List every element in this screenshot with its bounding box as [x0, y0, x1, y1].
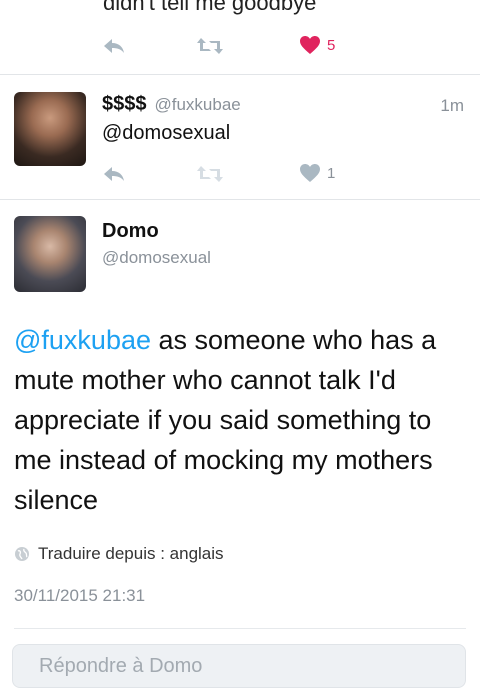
author-name[interactable]: $$$$	[102, 93, 147, 116]
like-count: 5	[327, 36, 336, 54]
like-count: 1	[327, 164, 336, 182]
author-handle[interactable]: @domosexual	[102, 248, 211, 268]
author-handle[interactable]: @fuxkubae	[155, 95, 241, 115]
globe-icon	[15, 547, 29, 561]
reply-icon	[104, 167, 124, 181]
reply-placeholder: Répondre à Domo	[39, 654, 203, 677]
reply-icon	[104, 39, 124, 53]
like-button[interactable]: 5	[299, 35, 335, 55]
previous-tweet-text: didn't tell me goodbye	[103, 0, 317, 15]
heart-icon	[300, 36, 320, 54]
divider	[14, 628, 466, 629]
tweet-text: @fuxkubae as someone who has a mute moth…	[14, 320, 474, 520]
reply-tweet-text: @domosexual	[102, 122, 231, 144]
retweet-icon	[197, 38, 223, 54]
avatar-fuxkubae[interactable]	[14, 92, 86, 166]
reply-input[interactable]: Répondre à Domo	[12, 644, 466, 688]
reply-tweet-header: $$$$ @fuxkubae	[102, 93, 241, 116]
retweet-button[interactable]	[196, 164, 224, 184]
author-name[interactable]: Domo	[102, 220, 159, 243]
reply-button[interactable]	[102, 36, 126, 56]
divider	[0, 199, 480, 200]
translate-label: Traduire depuis : anglais	[38, 544, 224, 563]
mention-link[interactable]: @fuxkubae	[14, 325, 151, 355]
like-button[interactable]: 1	[299, 163, 335, 183]
tweet-date: 30/11/2015 21:31	[14, 586, 146, 605]
reply-button[interactable]	[102, 164, 126, 184]
divider	[0, 74, 480, 75]
retweet-icon	[197, 166, 223, 182]
retweet-button[interactable]	[196, 36, 224, 56]
tweet-time: 1m	[440, 96, 464, 115]
avatar-domo[interactable]	[14, 216, 86, 292]
translate-link[interactable]: Traduire depuis : anglais	[14, 544, 224, 564]
heart-icon	[300, 164, 320, 182]
